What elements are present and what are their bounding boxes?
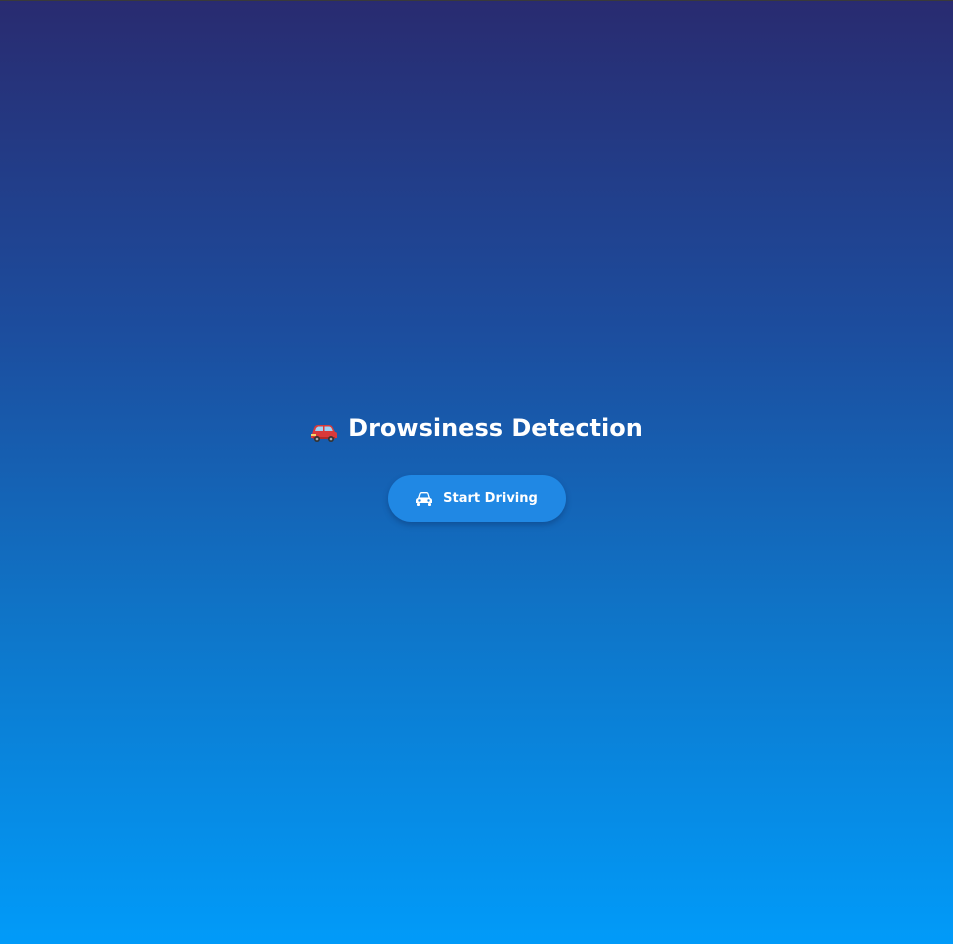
landing-panel: Drowsiness Detection Start Driving	[0, 410, 953, 522]
car-icon	[415, 491, 433, 507]
red-car-icon	[310, 417, 338, 442]
start-driving-button[interactable]: Start Driving	[387, 475, 566, 522]
page-title-text: Drowsiness Detection	[348, 414, 643, 442]
start-driving-label: Start Driving	[443, 491, 538, 506]
window-top-border	[0, 0, 953, 1]
page-title: Drowsiness Detection	[310, 410, 643, 446]
